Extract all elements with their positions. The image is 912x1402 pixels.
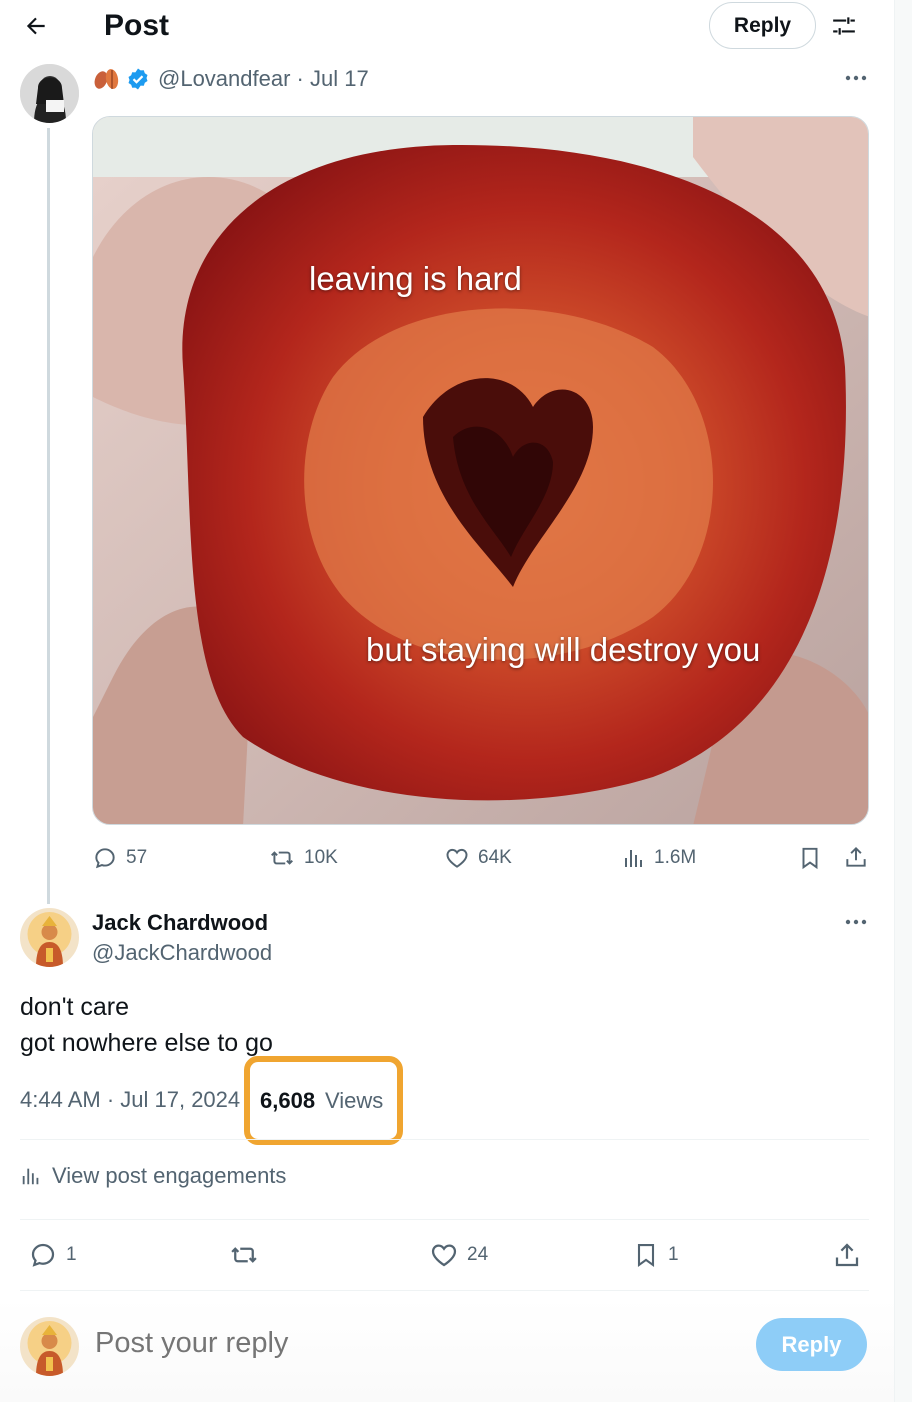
page-title: Post — [104, 9, 170, 42]
share-icon[interactable] — [832, 1240, 862, 1270]
share-icon[interactable] — [843, 844, 869, 870]
comment-icon — [92, 845, 118, 871]
more-options-icon[interactable] — [840, 908, 872, 936]
analytics-icon — [20, 1165, 42, 1187]
comment-icon — [28, 1240, 58, 1270]
avatar[interactable] — [20, 908, 79, 967]
original-post-date[interactable]: Jul 17 — [310, 66, 369, 92]
view-engagements-label: View post engagements — [52, 1163, 287, 1188]
thread-connector-line — [47, 128, 50, 904]
view-count: 1.6M — [654, 847, 697, 868]
back-arrow-icon[interactable] — [18, 8, 54, 44]
like-count: 64K — [478, 847, 512, 868]
repost-count: 10K — [304, 847, 338, 868]
bookmark-icon — [632, 1240, 660, 1270]
reply-count: 1 — [66, 1244, 77, 1265]
media-caption-bottom: but staying will destroy you — [366, 631, 761, 668]
repost-action[interactable] — [228, 1240, 268, 1270]
bookmark-icon[interactable] — [797, 845, 823, 871]
reply-text-line: don't care — [20, 993, 130, 1021]
like-action[interactable]: 64K — [444, 845, 512, 871]
avatar[interactable] — [20, 64, 79, 123]
original-post-handle[interactable]: @Lovandfear — [158, 66, 290, 92]
views-highlight-box — [244, 1056, 403, 1145]
bookmark-count: 1 — [668, 1244, 679, 1265]
post-timestamp[interactable]: 4:44 AM · Jul 17, 2024 — [20, 1087, 240, 1113]
heart-icon — [429, 1240, 459, 1270]
more-options-icon[interactable] — [840, 64, 872, 92]
analytics-icon — [622, 845, 646, 871]
avatar — [20, 1317, 79, 1376]
repost-icon — [268, 845, 296, 871]
divider — [20, 1290, 869, 1291]
reply-count: 57 — [126, 847, 148, 868]
view-engagements-link[interactable]: View post engagements — [20, 1163, 286, 1189]
separator-dot: · — [290, 66, 310, 91]
adjust-settings-icon[interactable] — [826, 8, 862, 44]
leaves-emoji-icon — [92, 67, 122, 91]
reply-author-name[interactable]: Jack Chardwood — [92, 910, 268, 936]
divider — [20, 1139, 869, 1140]
media-caption-top: leaving is hard — [309, 260, 522, 297]
reply-input[interactable] — [95, 1327, 695, 1360]
post-media-image[interactable]: leaving is hard but staying will destroy… — [92, 116, 869, 825]
reply-action[interactable]: 57 — [92, 845, 147, 871]
reply-text-line: got nowhere else to go — [20, 1029, 273, 1057]
verified-badge-icon — [126, 67, 150, 91]
reply-author-handle[interactable]: @JackChardwood — [92, 940, 272, 966]
views-action[interactable]: 1.6M — [622, 845, 696, 871]
divider — [20, 1219, 869, 1220]
header-reply-button[interactable]: Reply — [709, 2, 816, 49]
bookmark-action[interactable]: 1 — [632, 1240, 679, 1270]
like-action[interactable]: 24 — [429, 1240, 488, 1270]
like-count: 24 — [467, 1244, 489, 1265]
right-scroll-rail — [894, 0, 912, 1402]
original-post-meta: @Lovandfear · Jul 17 — [92, 64, 369, 94]
heart-icon — [444, 845, 470, 871]
repost-action[interactable]: 10K — [268, 845, 338, 871]
reply-action[interactable]: 1 — [28, 1240, 77, 1270]
repost-icon — [228, 1240, 260, 1270]
composer-reply-button[interactable]: Reply — [756, 1318, 867, 1371]
